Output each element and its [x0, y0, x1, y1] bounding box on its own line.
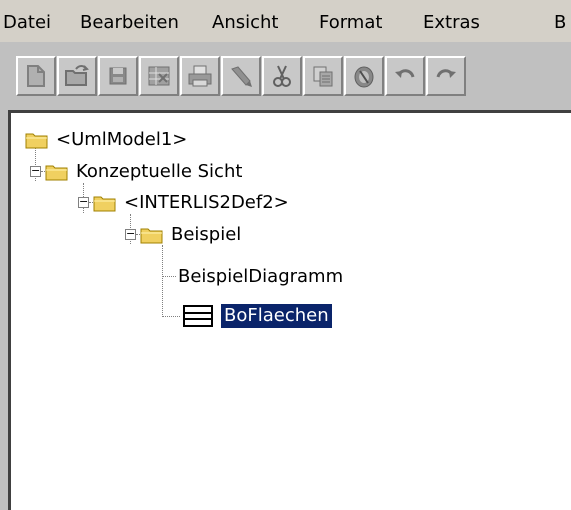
menu-bar: Datei Bearbeiten Ansicht Format Extras B [0, 0, 571, 42]
tree-node-konzeptuelle-sicht[interactable]: Konzeptuelle Sicht [45, 158, 245, 186]
open-folder-icon [65, 65, 89, 86]
collapse-toggle[interactable]: − [30, 165, 41, 177]
tree-node-label: Beispiel [171, 224, 242, 245]
brush-button[interactable] [221, 56, 261, 96]
tree-node-label-selected: BoFlaechen [221, 304, 332, 328]
tree-node-beispieldiagramm[interactable]: BeispielDiagramm [175, 263, 346, 291]
spreadsheet-button[interactable] [139, 56, 179, 96]
tree-connector [162, 276, 176, 277]
undo-icon [395, 69, 415, 78]
save-disk-icon [109, 67, 127, 85]
copy-icon [313, 66, 333, 87]
cut-button[interactable] [262, 56, 302, 96]
new-document-icon [27, 65, 45, 87]
tree-node-interlis2def2[interactable]: <INTERLIS2Def2> [93, 189, 292, 217]
collapse-toggle[interactable]: − [125, 228, 136, 240]
model-tree[interactable]: − − − <UmlModel1> Konzeptuelle Sicht <IN… [8, 110, 571, 510]
menu-bearbeiten[interactable]: Bearbeiten [80, 12, 179, 34]
toolbar-separator [0, 102, 571, 108]
tree-node-label: <UmlModel1> [56, 129, 188, 150]
new-document-button[interactable] [16, 56, 56, 96]
folder-icon [140, 228, 163, 244]
folder-icon [93, 196, 116, 212]
tree-node-label: Konzeptuelle Sicht [76, 161, 243, 182]
collapse-toggle[interactable]: − [78, 196, 89, 208]
brush-icon [231, 66, 252, 87]
toolbar [0, 42, 571, 102]
tree-node-label: <INTERLIS2Def2> [124, 192, 289, 213]
spreadsheet-icon [148, 66, 170, 86]
class-icon [183, 305, 213, 327]
open-button[interactable] [57, 56, 97, 96]
tree-node-boflaechen[interactable]: BoFlaechen [183, 302, 332, 330]
tree-node-label: BeispielDiagramm [178, 266, 344, 287]
menu-extras[interactable]: Extras [423, 12, 480, 34]
menu-datei[interactable]: Datei [3, 12, 51, 34]
undo-button[interactable] [385, 56, 425, 96]
copy-button[interactable] [303, 56, 343, 96]
paste-button[interactable] [344, 56, 384, 96]
print-button[interactable] [180, 56, 220, 96]
print-icon [188, 65, 212, 87]
save-button[interactable] [98, 56, 138, 96]
cut-scissors-icon [273, 65, 291, 87]
menu-b[interactable]: B [554, 12, 566, 34]
tree-connector [162, 316, 180, 317]
paste-icon [354, 66, 374, 88]
folder-icon [25, 133, 48, 149]
tree-node-beispiel[interactable]: Beispiel [140, 221, 244, 249]
tree-connector [162, 245, 163, 317]
redo-icon [436, 69, 456, 78]
tree-node-root[interactable]: <UmlModel1> [25, 126, 190, 154]
menu-format[interactable]: Format [319, 12, 382, 34]
menu-ansicht[interactable]: Ansicht [212, 12, 278, 34]
redo-button[interactable] [426, 56, 466, 96]
folder-icon [45, 165, 68, 181]
